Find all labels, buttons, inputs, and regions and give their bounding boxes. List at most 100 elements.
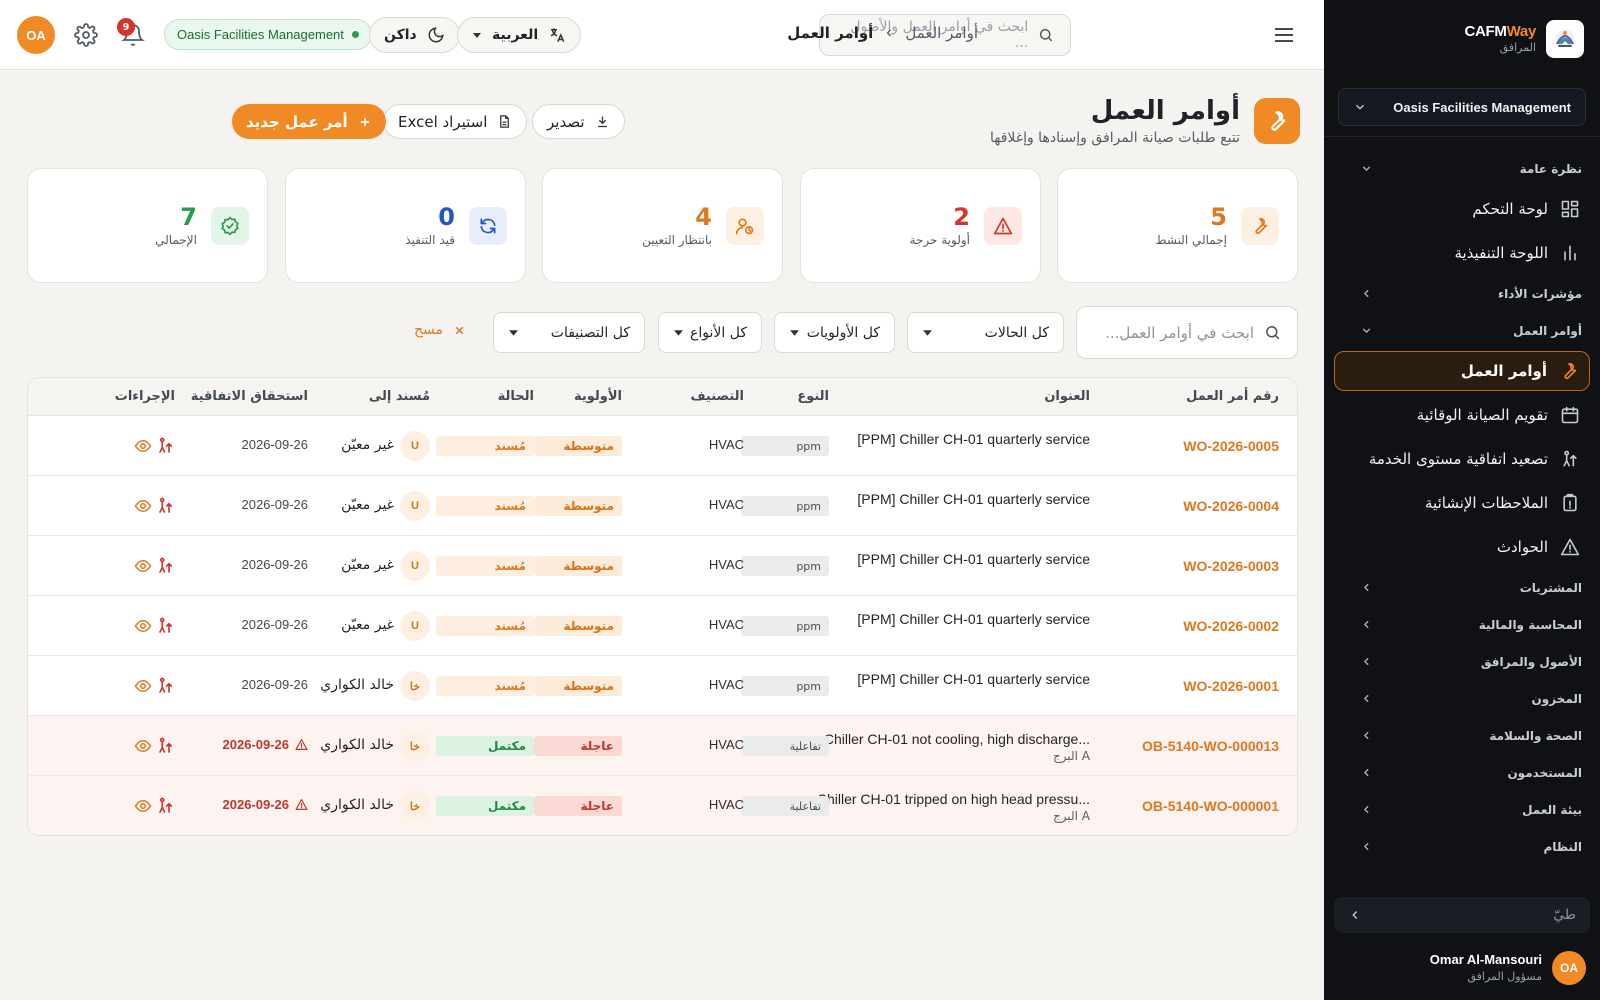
sidebar-section-header[interactable]: أوامر العمل	[1324, 312, 1600, 349]
user-name: Omar Al-Mansouri	[1429, 952, 1542, 968]
assign-person-icon[interactable]	[157, 617, 175, 635]
sidebar-item[interactable]: تقويم الصيانة الوقائية	[1324, 393, 1600, 437]
assign-person-icon[interactable]	[157, 677, 175, 695]
theme-toggle-button[interactable]: داكن	[369, 17, 460, 53]
brand-name: CAFMWay	[1464, 22, 1536, 40]
organization-pill[interactable]: Oasis Facilities Management	[164, 19, 372, 50]
chevron-down-icon	[1360, 162, 1373, 175]
sidebar-item[interactable]: أوامر العمل	[1334, 351, 1590, 391]
work-order-number-link[interactable]: WO-2026-0004	[1183, 498, 1279, 514]
sidebar-item[interactable]: الملاحظات الإنشائية	[1324, 481, 1600, 525]
work-order-number-link[interactable]: WO-2026-0005	[1183, 438, 1279, 454]
table-row[interactable]: WO-2026-0001 [PPM] Chiller CH-01 quarterl…	[28, 656, 1297, 716]
chevron-left-icon	[1360, 287, 1373, 300]
chevron-left-icon	[1360, 729, 1373, 742]
kpi-card[interactable]: 7 الإجمالي	[27, 168, 268, 283]
work-order-number-link[interactable]: WO-2026-0001	[1183, 678, 1279, 694]
eye-icon[interactable]	[134, 677, 152, 695]
priority-filter-select[interactable]: كل الأولويات	[774, 312, 895, 353]
column-header-sla[interactable]: استحقاق الاتفاقية	[191, 389, 308, 404]
chevron-left-icon	[1360, 655, 1373, 668]
avatar: U	[400, 491, 430, 521]
import-excel-button[interactable]: استيراد Excel	[383, 104, 528, 139]
avatar: U	[400, 611, 430, 641]
eye-icon[interactable]	[134, 437, 152, 455]
kpi-card[interactable]: 0 قيد التنفيذ	[285, 168, 526, 283]
sidebar-section-header[interactable]: الصحة والسلامة	[1324, 717, 1600, 754]
export-button[interactable]: تصدير	[532, 104, 625, 139]
sidebar-section-header[interactable]: الأصول والمرافق	[1324, 643, 1600, 680]
clear-filters-label: مسح	[414, 322, 444, 338]
column-header-title[interactable]: العنوان	[1044, 389, 1090, 404]
sidebar-section-header[interactable]: نظرة عامة	[1324, 150, 1600, 187]
work-order-number-link[interactable]: OB-5140-WO-000001	[1142, 798, 1279, 814]
assign-person-icon[interactable]	[157, 497, 175, 515]
breadcrumb-parent[interactable]: أوامر العمل	[905, 24, 978, 42]
sidebar-section-header[interactable]: بيئة العمل	[1324, 791, 1600, 828]
work-order-search-input[interactable]: ابحث في أوامر العمل...	[1076, 306, 1298, 359]
table-row[interactable]: WO-2026-0004 [PPM] Chiller CH-01 quarterl…	[28, 476, 1297, 536]
table-row[interactable]: WO-2026-0002 [PPM] Chiller CH-01 quarterl…	[28, 596, 1297, 656]
sidebar-section-label: المحاسبة والمالية	[1478, 617, 1582, 632]
chevron-down-icon	[1360, 324, 1373, 337]
table-row[interactable]: WO-2026-0003 [PPM] Chiller CH-01 quarterl…	[28, 536, 1297, 596]
brand[interactable]: CAFMWay المرافق	[1464, 19, 1584, 59]
language-select[interactable]: العربية	[457, 17, 582, 53]
column-header-number[interactable]: رقم أمر العمل	[1186, 389, 1279, 404]
translate-icon	[550, 28, 565, 43]
sidebar-item[interactable]: لوحة التحكم	[1324, 187, 1600, 231]
kpi-card[interactable]: 4 بانتظار التعيين	[542, 168, 783, 283]
sidebar-section-label: النظام	[1543, 839, 1582, 854]
eye-icon[interactable]	[134, 797, 152, 815]
assign-person-icon[interactable]	[157, 737, 175, 755]
sla-due-value: 2026-09-26	[241, 677, 309, 692]
sidebar-item[interactable]: اللوحة التنفيذية	[1324, 231, 1600, 275]
eye-icon[interactable]	[134, 497, 152, 515]
sidebar-user[interactable]: OA Omar Al-Mansouri مسؤول المرافق	[1430, 951, 1586, 985]
assign-person-icon[interactable]	[157, 557, 175, 575]
status-filter-select[interactable]: كل الحالات	[907, 312, 1064, 353]
work-order-number-link[interactable]: WO-2026-0002	[1183, 618, 1279, 634]
avatar[interactable]: OA	[17, 16, 55, 54]
table-row[interactable]: OB-5140-WO-000001 Chiller CH-01 tripped o…	[28, 776, 1297, 835]
type-filter-select[interactable]: كل الأنواع	[658, 312, 762, 353]
table-row[interactable]: OB-5140-WO-000013 Chiller CH-01 not cooli…	[28, 716, 1297, 776]
kpi-card[interactable]: 5 إجمالي النشط	[1057, 168, 1298, 283]
new-work-order-button[interactable]: أمر عمل جديد	[232, 104, 386, 139]
column-header-category[interactable]: التصنيف	[690, 389, 744, 404]
category-filter-select[interactable]: كل التصنيفات	[493, 312, 645, 353]
organization-select[interactable]: Oasis Facilities Management	[1338, 88, 1586, 126]
column-header-assigned[interactable]: مُسند إلى	[369, 389, 430, 404]
sidebar-collapse-button[interactable]: طيّ	[1334, 897, 1590, 933]
sidebar-section-header[interactable]: المخزون	[1324, 680, 1600, 717]
status-badge: مكتمل	[436, 736, 534, 756]
assign-person-icon[interactable]	[157, 797, 175, 815]
kpi-card[interactable]: 2 أولوية حرجة	[800, 168, 1041, 283]
column-header-priority[interactable]: الأولوية	[574, 389, 622, 404]
type-badge: ppm	[741, 676, 829, 696]
sidebar-section-header[interactable]: المستخدمون	[1324, 754, 1600, 791]
work-order-number-link[interactable]: OB-5140-WO-000013	[1142, 738, 1279, 754]
clear-filters-button[interactable]: مسح	[414, 322, 466, 338]
eye-icon[interactable]	[134, 557, 152, 575]
menu-icon[interactable]	[1272, 23, 1296, 47]
work-order-number-link[interactable]: WO-2026-0003	[1183, 558, 1279, 574]
sidebar-section-header[interactable]: مؤشرات الأداء	[1324, 275, 1600, 312]
table-row[interactable]: WO-2026-0005 [PPM] Chiller CH-01 quarterl…	[28, 416, 1297, 476]
eye-icon[interactable]	[134, 737, 152, 755]
column-header-status[interactable]: الحالة	[498, 389, 534, 404]
sidebar-item[interactable]: الحوادث	[1324, 525, 1600, 569]
sidebar-item[interactable]: تصعيد اتفاقية مستوى الخدمة	[1324, 437, 1600, 481]
organization-pill-label: Oasis Facilities Management	[177, 27, 344, 42]
category-text: HVAC	[708, 617, 744, 632]
assign-person-icon[interactable]	[157, 437, 175, 455]
gear-icon[interactable]	[74, 23, 98, 47]
sidebar-section-header[interactable]: النظام	[1324, 828, 1600, 865]
sidebar-section-label: الصحة والسلامة	[1489, 728, 1582, 743]
caret-down-icon	[790, 330, 799, 336]
sidebar-section-label: نظرة عامة	[1519, 161, 1582, 176]
column-header-type[interactable]: النوع	[797, 389, 829, 404]
sidebar-section-header[interactable]: المحاسبة والمالية	[1324, 606, 1600, 643]
eye-icon[interactable]	[134, 617, 152, 635]
sidebar-section-header[interactable]: المشتريات	[1324, 569, 1600, 606]
